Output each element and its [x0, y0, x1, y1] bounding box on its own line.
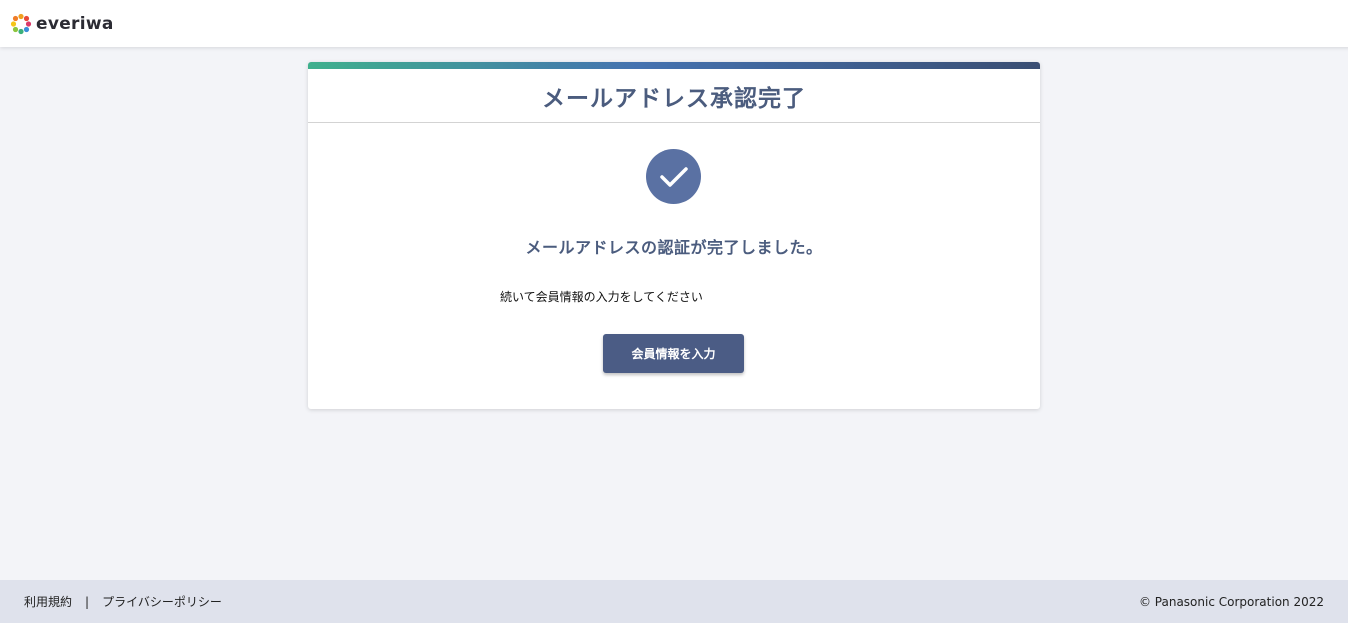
- checkmark-icon: [659, 166, 688, 187]
- footer-links: 利用規約 | プライバシーポリシー: [24, 593, 222, 610]
- card-gradient-bar: [308, 62, 1040, 69]
- app-header: everiwa: [0, 0, 1351, 47]
- copyright-text: © Panasonic Corporation 2022: [1138, 594, 1324, 609]
- card-header: メールアドレス承認完了: [308, 69, 1040, 123]
- footer-separator: |: [85, 594, 90, 609]
- confirmation-card: メールアドレス承認完了 メールアドレスの認証が完了しました。 続いて会員情報の入…: [308, 62, 1040, 409]
- page-footer: 利用規約 | プライバシーポリシー © Panasonic Corporatio…: [0, 580, 1348, 623]
- terms-link[interactable]: 利用規約: [24, 593, 72, 610]
- privacy-policy-link[interactable]: プライバシーポリシー: [102, 593, 222, 610]
- enter-member-info-button[interactable]: 会員情報を入力: [603, 334, 744, 373]
- check-icon: [646, 149, 701, 204]
- page-title: メールアドレス承認完了: [542, 85, 806, 112]
- everiwa-logo[interactable]: everiwa: [10, 13, 114, 35]
- everiwa-logo-icon: [10, 13, 32, 34]
- success-message: メールアドレスの認証が完了しました。: [525, 238, 823, 257]
- instruction-text: 続いて会員情報の入力をしてください: [500, 290, 703, 304]
- logo-text: everiwa: [36, 13, 114, 34]
